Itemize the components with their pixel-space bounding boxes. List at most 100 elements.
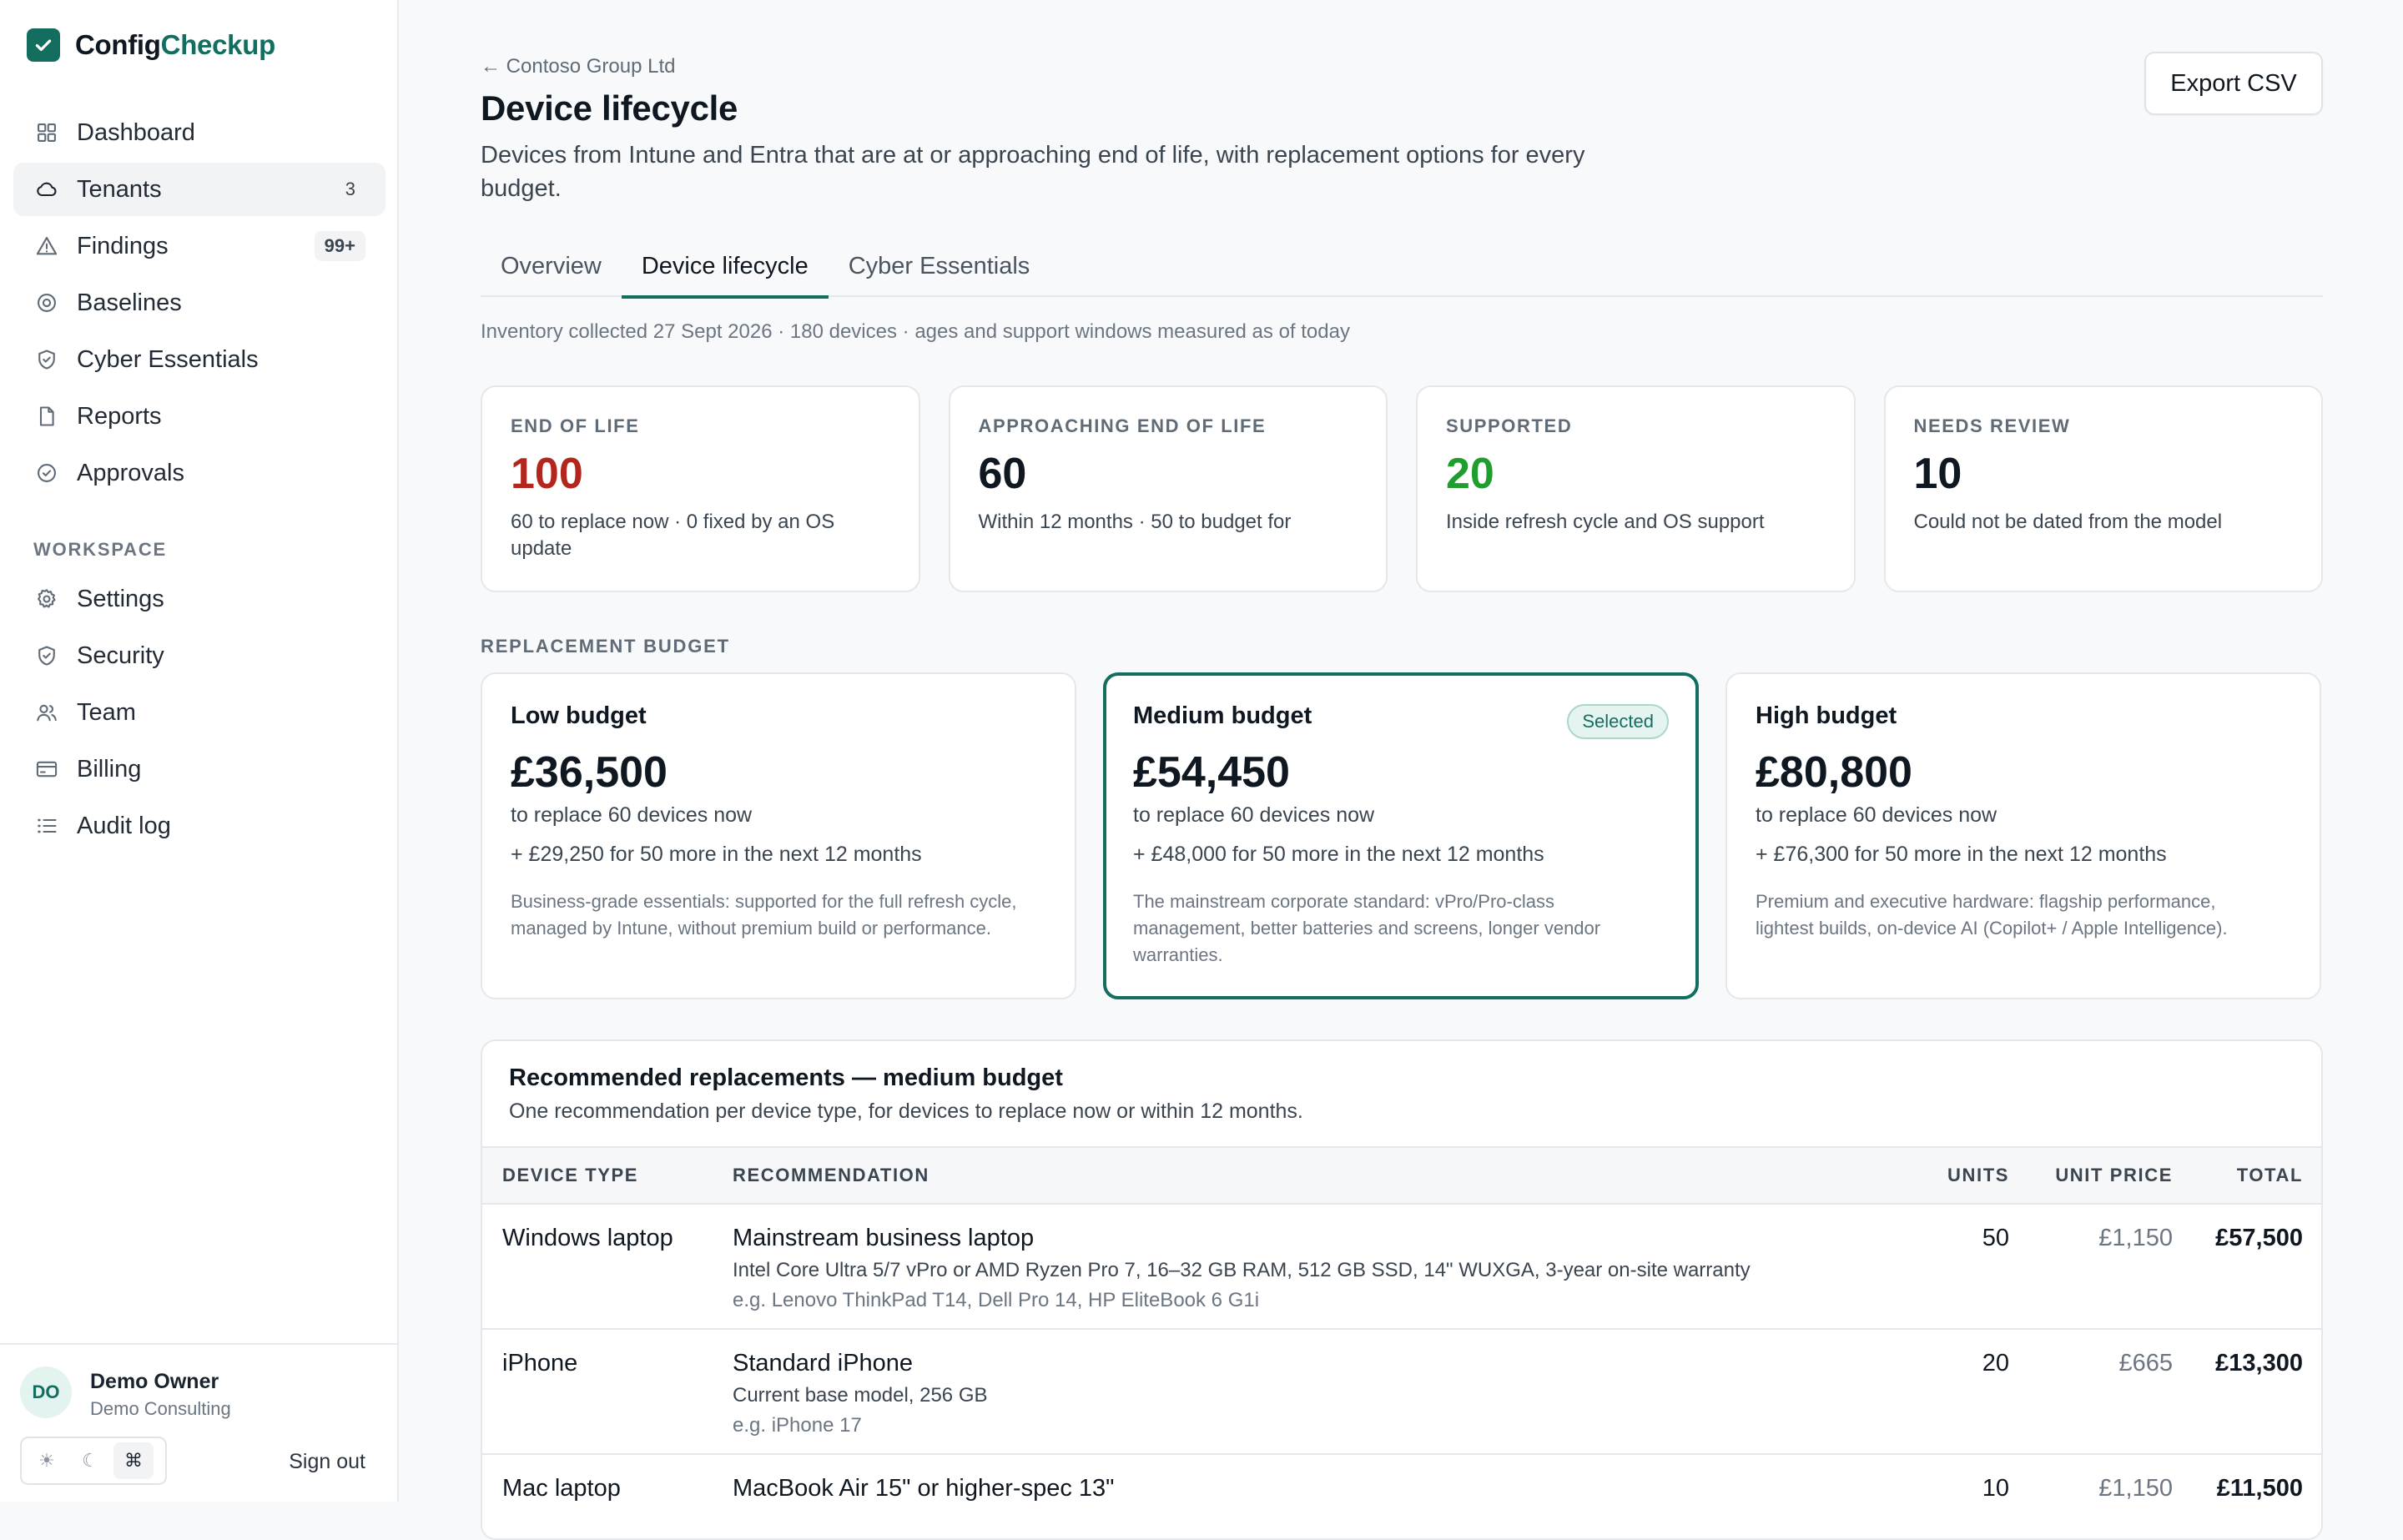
stat-card-end-of-life[interactable]: END OF LIFE 100 60 to replace now · 0 fi… xyxy=(481,385,920,592)
warning-triangle-icon xyxy=(33,233,60,259)
page-title: Device lifecycle xyxy=(481,88,738,128)
table-row[interactable]: iPhone Standard iPhone Current base mode… xyxy=(482,1329,2321,1455)
user-panel: DO Demo Owner Demo Consulting ☀ ☾ ⌘ Sign… xyxy=(0,1343,399,1502)
total: £11,500 xyxy=(2216,1475,2303,1502)
budget-card-high[interactable]: High budget £80,800 to replace 60 device… xyxy=(1725,672,2321,999)
units: 10 xyxy=(1982,1475,2009,1502)
stat-subtext: Could not be dated from the model xyxy=(1913,511,2223,533)
export-csv-button[interactable]: Export CSV xyxy=(2144,52,2323,115)
stat-card-supported[interactable]: SUPPORTED 20 Inside refresh cycle and OS… xyxy=(1416,385,1856,592)
tab-overview[interactable]: Overview xyxy=(481,235,622,297)
units: 50 xyxy=(1982,1225,2009,1251)
count-badge: 99+ xyxy=(314,231,365,261)
budget-amount: £80,800 xyxy=(1756,748,1912,797)
sidebar-item-label: Audit log xyxy=(77,812,171,839)
sidebar-item-audit-log[interactable]: Audit log xyxy=(13,799,385,853)
sidebar-item-security[interactable]: Security xyxy=(13,629,385,682)
tab-bar: Overview Device lifecycle Cyber Essentia… xyxy=(481,235,2323,299)
shield-icon xyxy=(33,642,60,669)
user-name: Demo Owner xyxy=(90,1370,219,1393)
sidebar-item-billing[interactable]: Billing xyxy=(13,742,385,796)
column-header-unit-price[interactable]: UNIT PRICE xyxy=(2009,1146,2173,1205)
stat-card-needs-review[interactable]: NEEDS REVIEW 10 Could not be dated from … xyxy=(1883,385,2323,592)
recommendation-spec: Intel Core Ultra 5/7 vPro or AMD Ryzen P… xyxy=(733,1259,1751,1281)
sidebar-item-label: Baselines xyxy=(77,289,182,316)
budget-amount: £54,450 xyxy=(1133,748,1290,797)
table-row[interactable]: Windows laptop Mainstream business lapto… xyxy=(482,1204,2321,1330)
avatar[interactable]: DO xyxy=(20,1366,72,1418)
check-circle-icon xyxy=(33,460,60,486)
sidebar-item-label: Billing xyxy=(77,755,142,783)
stat-subtext: Inside refresh cycle and OS support xyxy=(1446,511,1765,533)
column-header-device-type[interactable]: DEVICE TYPE xyxy=(482,1146,733,1205)
sign-out-button[interactable]: Sign out xyxy=(289,1450,365,1474)
recommendation-spec: Current base model, 256 GB xyxy=(733,1384,988,1407)
selected-badge: Selected xyxy=(1567,704,1669,739)
credit-card-icon xyxy=(33,756,60,783)
shield-check-icon xyxy=(33,346,60,373)
column-header-units[interactable]: UNITS xyxy=(1884,1146,2009,1205)
budget-description: The mainstream corporate standard: vPro/… xyxy=(1133,891,1601,965)
recommendations-table: DEVICE TYPE RECOMMENDATION UNITS UNIT PR… xyxy=(482,1146,2321,1538)
recommendations-subtitle: One recommendation per device type, for … xyxy=(509,1100,1303,1123)
column-header-total[interactable]: TOTAL xyxy=(2173,1146,2321,1205)
sidebar-item-label: Security xyxy=(77,642,164,669)
sidebar: ConfigCheckup Dashboard Tenants 3 Findin… xyxy=(0,0,399,1502)
recommendations-title: Recommended replacements — medium budget xyxy=(509,1064,1063,1091)
sidebar-item-tenants[interactable]: Tenants 3 xyxy=(13,163,385,216)
budget-next-text: + £29,250 for 50 more in the next 12 mon… xyxy=(511,843,922,866)
budget-card-medium[interactable]: Medium budget Selected £54,450 to replac… xyxy=(1103,672,1699,999)
stat-card-approaching-eol[interactable]: APPROACHING END OF LIFE 60 Within 12 mon… xyxy=(948,385,1388,592)
stat-value: 10 xyxy=(1913,450,1962,498)
tab-cyber-essentials[interactable]: Cyber Essentials xyxy=(829,235,1050,297)
theme-switcher: ☀ ☾ ⌘ xyxy=(20,1437,167,1485)
sidebar-item-label: Findings xyxy=(77,232,169,259)
recommendation-name: MacBook Air 15" or higher-spec 13" xyxy=(733,1475,1115,1502)
sidebar-item-team[interactable]: Team xyxy=(13,686,385,739)
stat-value: 60 xyxy=(978,450,1027,498)
main-content: ← Contoso Group Ltd Device lifecycle Dev… xyxy=(481,0,2323,1540)
stat-label: NEEDS REVIEW xyxy=(1913,415,2071,436)
sidebar-item-approvals[interactable]: Approvals xyxy=(13,446,385,500)
sidebar-item-dashboard[interactable]: Dashboard xyxy=(13,106,385,159)
brand[interactable]: ConfigCheckup xyxy=(27,28,275,62)
recommendations-panel: Recommended replacements — medium budget… xyxy=(481,1039,2323,1540)
sidebar-item-settings[interactable]: Settings xyxy=(13,572,385,626)
unit-price: £665 xyxy=(2118,1350,2173,1376)
budget-now-text: to replace 60 devices now xyxy=(511,803,753,827)
command-icon[interactable]: ⌘ xyxy=(113,1442,154,1479)
moon-icon[interactable]: ☾ xyxy=(70,1442,110,1479)
budget-now-text: to replace 60 devices now xyxy=(1756,803,1997,827)
tab-device-lifecycle[interactable]: Device lifecycle xyxy=(621,235,829,299)
budget-card-low[interactable]: Low budget £36,500 to replace 60 devices… xyxy=(481,672,1076,999)
sidebar-item-label: Cyber Essentials xyxy=(77,345,259,373)
sidebar-item-label: Reports xyxy=(77,402,162,430)
sidebar-item-baselines[interactable]: Baselines xyxy=(13,276,385,330)
breadcrumb-back-link[interactable]: ← Contoso Group Ltd xyxy=(481,55,675,78)
budget-now-text: to replace 60 devices now xyxy=(1133,803,1375,827)
sidebar-item-cyber-essentials[interactable]: Cyber Essentials xyxy=(13,333,385,386)
column-header-recommendation[interactable]: RECOMMENDATION xyxy=(733,1146,1884,1205)
section-label-budget: REPLACEMENT BUDGET xyxy=(481,636,730,657)
gear-icon xyxy=(33,586,60,612)
stat-subtext: Within 12 months · 50 to budget for xyxy=(978,511,1292,533)
stat-value: 100 xyxy=(511,450,583,498)
primary-nav: Dashboard Tenants 3 Findings 99+ Baselin… xyxy=(13,106,385,503)
budget-description: Premium and executive hardware: flagship… xyxy=(1756,891,2228,939)
device-type: Windows laptop xyxy=(502,1225,673,1251)
total: £13,300 xyxy=(2215,1350,2303,1376)
sun-icon[interactable]: ☀ xyxy=(27,1442,67,1479)
sidebar-item-findings[interactable]: Findings 99+ xyxy=(13,219,385,273)
recommendation-example: e.g. iPhone 17 xyxy=(733,1414,862,1437)
logo-check-icon xyxy=(27,28,60,62)
user-org: Demo Consulting xyxy=(90,1398,231,1419)
recommendation-name: Mainstream business laptop xyxy=(733,1225,1035,1251)
stat-subtext: 60 to replace now · 0 fixed by an OS upd… xyxy=(511,511,835,560)
sidebar-item-label: Tenants xyxy=(77,175,162,203)
sidebar-item-label: Team xyxy=(77,698,136,726)
units: 20 xyxy=(1982,1350,2009,1376)
sidebar-item-reports[interactable]: Reports xyxy=(13,390,385,443)
table-row[interactable]: Mac laptop MacBook Air 15" or higher-spe… xyxy=(482,1454,2321,1538)
workspace-nav: Settings Security Team Billing Audit log xyxy=(13,572,385,856)
unit-price: £1,150 xyxy=(2098,1475,2173,1502)
